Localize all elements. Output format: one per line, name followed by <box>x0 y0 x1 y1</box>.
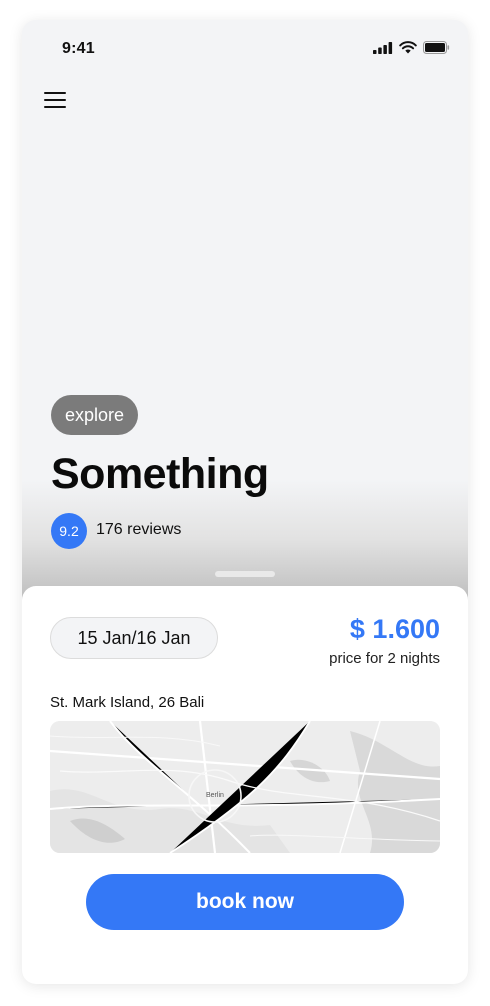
sheet-grabber-handle[interactable] <box>215 571 275 577</box>
address-text: St. Mark Island, 26 Bali <box>50 694 205 711</box>
map-graphic: Berlin <box>50 721 440 853</box>
hamburger-menu-icon[interactable] <box>44 92 68 110</box>
booking-sheet: 15 Jan/16 Jan $ 1.600 price for 2 nights… <box>22 586 468 984</box>
reviews-count[interactable]: 176 reviews <box>96 521 181 539</box>
date-range-selector[interactable]: 15 Jan/16 Jan <box>50 617 218 659</box>
status-icons <box>373 41 450 54</box>
location-map[interactable]: Berlin <box>50 721 440 853</box>
map-city-label: Berlin <box>206 792 224 799</box>
cellular-signal-icon <box>373 41 393 54</box>
battery-icon <box>423 41 450 54</box>
price-value: $ 1.600 <box>349 614 440 644</box>
phone-screen: 9:41 explore Something 9.2 176 reviews 1… <box>22 20 468 984</box>
category-tag[interactable]: explore <box>51 395 139 435</box>
status-time: 9:41 <box>62 40 95 57</box>
price-note: price for 2 nights <box>329 650 440 667</box>
rating-badge: 9.2 <box>51 513 87 549</box>
wifi-icon <box>399 41 417 54</box>
page-title: Something <box>51 450 269 498</box>
hero-section: 9:41 explore Something 9.2 176 reviews <box>22 20 468 610</box>
book-now-button[interactable]: book now <box>86 874 404 930</box>
